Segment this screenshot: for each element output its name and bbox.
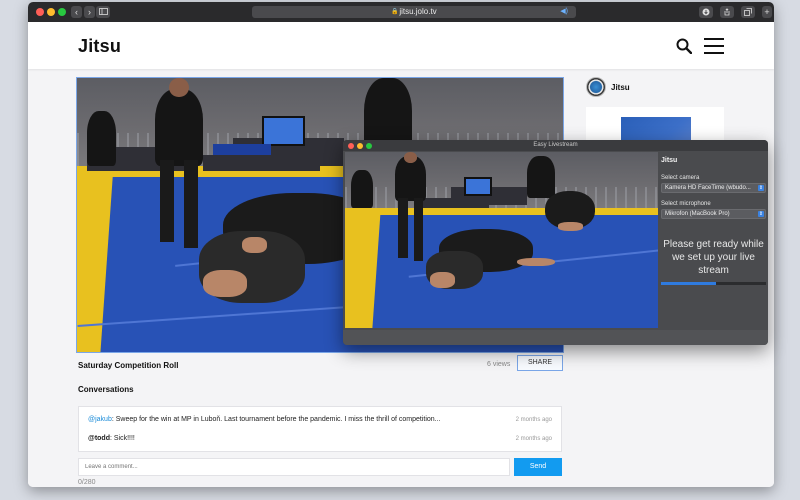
search-icon[interactable] bbox=[676, 38, 692, 54]
send-button[interactable]: Send bbox=[514, 458, 562, 476]
conversations-heading: Conversations bbox=[78, 385, 134, 394]
tab-overview-button[interactable] bbox=[741, 6, 755, 18]
browser-toolbar: ‹ › 🔒jitsu.jolo.tv ◀) + bbox=[28, 2, 774, 22]
chevron-updown-icon: ⇕ bbox=[758, 185, 764, 191]
setup-progress-fill bbox=[661, 282, 716, 285]
camera-label: Select camera bbox=[661, 175, 700, 181]
comment-author[interactable]: @jakub bbox=[88, 416, 112, 423]
back-button[interactable]: ‹ bbox=[71, 6, 82, 18]
panel-title: Easy Livestream bbox=[533, 142, 578, 148]
close-window-button[interactable] bbox=[36, 8, 44, 16]
minimize-window-button[interactable] bbox=[47, 8, 55, 16]
panel-titlebar: Easy Livestream bbox=[343, 140, 768, 151]
address-bar-url: jitsu.jolo.tv bbox=[399, 7, 437, 16]
livestream-channel-name: Jitsu bbox=[661, 157, 678, 164]
view-count: 6 views bbox=[487, 361, 511, 368]
site-header: Jitsu bbox=[28, 22, 774, 69]
audio-playing-icon[interactable]: ◀) bbox=[560, 6, 568, 18]
panel-footer bbox=[343, 330, 768, 345]
comment-text: : Sick!!!! bbox=[109, 435, 135, 442]
comment-time: 2 months ago bbox=[515, 436, 552, 442]
site-logo[interactable]: Jitsu bbox=[78, 36, 121, 57]
chevron-updown-icon: ⇕ bbox=[758, 211, 764, 217]
back-icon: ‹ bbox=[75, 7, 78, 17]
forward-button[interactable]: › bbox=[84, 6, 95, 18]
camera-select[interactable]: Kamera HD FaceTime (wbudo... ⇕ bbox=[661, 183, 766, 193]
channel-avatar[interactable] bbox=[586, 77, 606, 97]
download-button[interactable] bbox=[699, 6, 713, 18]
channel-name[interactable]: Jitsu bbox=[611, 83, 630, 92]
setup-progress-bar bbox=[661, 282, 766, 285]
new-tab-button[interactable]: + bbox=[762, 6, 772, 18]
comment-list: @jakub: Sweep for the win at MP in Luboň… bbox=[78, 406, 562, 452]
comment-item: @jakub: Sweep for the win at MP in Luboň… bbox=[88, 416, 441, 423]
plus-icon: + bbox=[764, 7, 770, 17]
tabs-icon bbox=[744, 8, 752, 16]
microphone-label: Select microphone bbox=[661, 201, 711, 207]
camera-preview bbox=[345, 152, 658, 328]
comment-author[interactable]: @todd bbox=[88, 435, 110, 442]
forward-icon: › bbox=[88, 7, 91, 17]
livestream-status-message: Please get ready while we set up your li… bbox=[663, 239, 764, 276]
character-counter: 0/280 bbox=[78, 479, 96, 486]
comment-item: @todd: Sick!!!! bbox=[88, 435, 135, 442]
microphone-select[interactable]: Mikrofon (MacBook Pro) ⇕ bbox=[661, 209, 766, 219]
download-icon bbox=[702, 8, 710, 16]
address-bar[interactable]: 🔒jitsu.jolo.tv ◀) bbox=[252, 6, 576, 18]
comment-text: : Sweep for the win at MP in Luboň. Last… bbox=[111, 416, 441, 423]
livestream-settings: Jitsu Select camera Kamera HD FaceTime (… bbox=[659, 152, 768, 330]
share-page-button[interactable] bbox=[720, 6, 734, 18]
easy-livestream-window: Easy Livestream Jitsu Select camera Kame… bbox=[343, 140, 768, 345]
menu-icon[interactable] bbox=[704, 38, 724, 54]
video-title: Saturday Competition Roll bbox=[78, 361, 179, 370]
comment-time: 2 months ago bbox=[515, 417, 552, 423]
sidebar-icon bbox=[98, 8, 108, 15]
share-button[interactable]: SHARE bbox=[517, 355, 563, 371]
zoom-window-button[interactable] bbox=[58, 8, 66, 16]
sidebar-toggle-button[interactable] bbox=[96, 6, 110, 18]
comment-input[interactable] bbox=[78, 458, 510, 476]
camera-select-value: Kamera HD FaceTime (wbudo... bbox=[665, 185, 751, 191]
share-icon bbox=[724, 8, 730, 16]
lock-icon: 🔒 bbox=[391, 9, 399, 15]
microphone-select-value: Mikrofon (MacBook Pro) bbox=[665, 211, 730, 217]
